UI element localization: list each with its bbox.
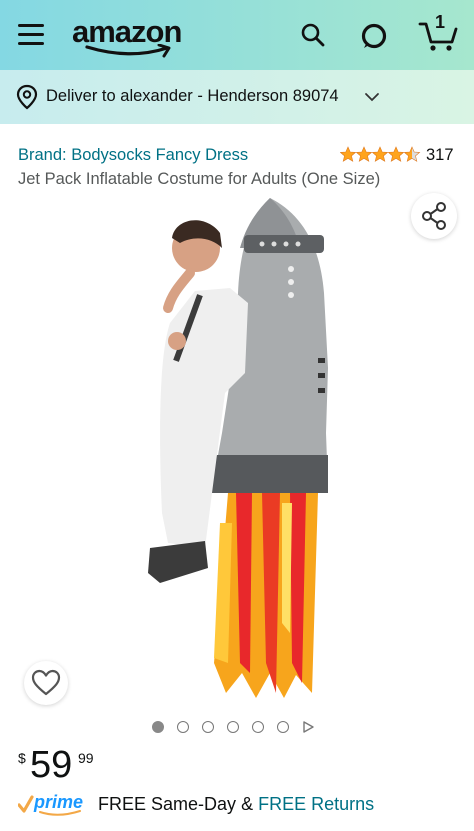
flames bbox=[214, 493, 318, 698]
video-play-icon[interactable] bbox=[302, 721, 314, 733]
chevron-down-icon bbox=[365, 93, 379, 102]
product-title: Jet Pack Inflatable Costume for Adults (… bbox=[18, 170, 381, 188]
product-image[interactable] bbox=[0, 193, 474, 710]
price-currency: $ bbox=[18, 750, 26, 766]
carousel-dot[interactable] bbox=[252, 721, 264, 733]
heart-icon bbox=[31, 669, 61, 696]
location-pin-icon bbox=[16, 84, 38, 110]
prime-label: prime bbox=[33, 792, 83, 812]
carousel-dot[interactable] bbox=[152, 721, 164, 733]
price-fraction: 99 bbox=[78, 750, 94, 766]
price-whole: 59 bbox=[30, 744, 73, 786]
prime-shipping-row: prime FREE Same-Day & FREE Returns bbox=[18, 792, 458, 818]
delivery-location-text: Deliver to alexander - Henderson 89074 bbox=[46, 87, 339, 105]
free-returns-link[interactable]: FREE Returns bbox=[258, 794, 374, 814]
delivery-bar[interactable]: Deliver to alexander - Henderson 89074 bbox=[0, 70, 474, 124]
brand-link[interactable]: Brand: Bodysocks Fancy Dress bbox=[18, 146, 248, 165]
prime-logo-icon: prime bbox=[18, 792, 83, 816]
top-header: amazon 1 bbox=[0, 0, 474, 70]
star-rating-icon[interactable] bbox=[340, 145, 422, 163]
cart-icon[interactable] bbox=[418, 20, 458, 52]
jetpack-costume-illustration bbox=[148, 198, 328, 698]
alexa-icon[interactable] bbox=[360, 22, 388, 50]
ampersand-text: & bbox=[241, 794, 254, 814]
carousel-dot[interactable] bbox=[202, 721, 214, 733]
shipping-text: FREE Same-Day & FREE Returns bbox=[98, 794, 374, 815]
carousel-dot[interactable] bbox=[277, 721, 289, 733]
wishlist-button[interactable] bbox=[24, 661, 68, 705]
search-icon[interactable] bbox=[300, 22, 326, 48]
share-icon bbox=[422, 202, 446, 230]
menu-icon[interactable] bbox=[18, 24, 44, 46]
carousel-dot[interactable] bbox=[227, 721, 239, 733]
carousel-dot[interactable] bbox=[177, 721, 189, 733]
free-same-day-text: FREE Same-Day bbox=[98, 794, 237, 814]
share-button[interactable] bbox=[411, 193, 457, 239]
amazon-smile-icon bbox=[85, 44, 171, 58]
rating-count[interactable]: 317 bbox=[426, 146, 454, 165]
